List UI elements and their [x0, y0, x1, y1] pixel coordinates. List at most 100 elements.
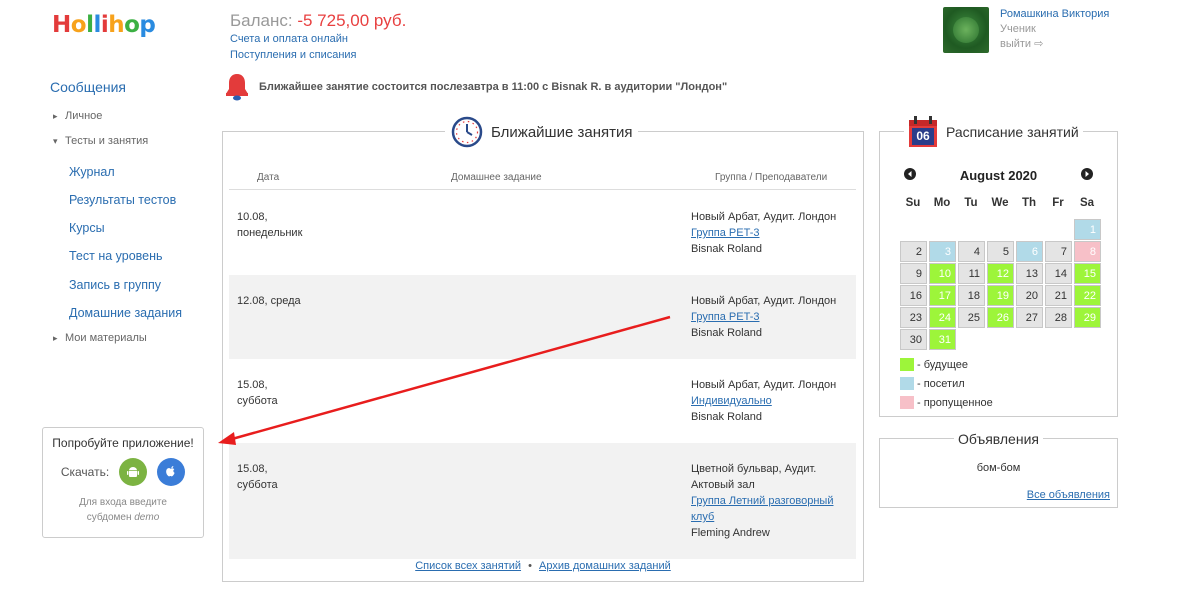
sidebar-item-materials[interactable]: ▸ Мои материалы: [53, 332, 147, 344]
sidebar-sub-homework[interactable]: Домашние задания: [69, 306, 182, 320]
sidebar-sub-enroll[interactable]: Запись в группу: [69, 278, 161, 292]
upcoming-lessons-panel: Ближайшие занятия Дата Домашнее задание …: [222, 116, 864, 582]
calendar-day[interactable]: 6: [1016, 241, 1043, 262]
sidebar-item-label: Мои материалы: [65, 332, 147, 344]
next-month-icon[interactable]: [1081, 168, 1093, 183]
all-announcements-link[interactable]: Все объявления: [1027, 489, 1110, 501]
col-group: Группа / Преподаватели: [715, 172, 828, 183]
schedule-panel: 06 Расписание занятий August 2020 Su Mo Tu…: [879, 116, 1118, 417]
caret-right-icon: ▸: [53, 333, 58, 343]
announcements-panel: Объявления бом-бом Все объявления: [879, 431, 1118, 508]
calendar-day[interactable]: 2: [900, 241, 927, 262]
calendar-day[interactable]: 19: [987, 285, 1014, 306]
notice-text: Ближайшее занятие состоится послезавтра …: [259, 81, 728, 93]
legend-swatch: [900, 358, 914, 371]
sidebar-item-tests[interactable]: ▾ Тесты и занятия: [53, 135, 148, 147]
calendar-day[interactable]: 24: [929, 307, 956, 328]
calendar-day[interactable]: 17: [929, 285, 956, 306]
logout-link[interactable]: выйти ⇨: [1000, 38, 1043, 50]
calendar-day[interactable]: 18: [958, 285, 985, 306]
calendar-day[interactable]: 28: [1045, 307, 1072, 328]
calendar-day[interactable]: 4: [958, 241, 985, 262]
calendar-day[interactable]: 31: [929, 329, 956, 350]
calendar-day[interactable]: 22: [1074, 285, 1101, 306]
legend-item: - пропущенное: [900, 396, 993, 409]
user-name-link[interactable]: Ромашкина Виктория: [1000, 8, 1109, 20]
billing-link[interactable]: Счета и оплата онлайн: [230, 32, 406, 47]
calendar-day[interactable]: 16: [900, 285, 927, 306]
calendar-day[interactable]: 29: [1074, 307, 1101, 328]
legend-swatch: [900, 377, 914, 390]
logo[interactable]: Hollihop: [52, 12, 156, 38]
weekday-label: Tu: [964, 197, 978, 209]
row-group-link-cont[interactable]: клуб: [691, 511, 714, 523]
table-row: 12.08, среда Новый Арбат, Аудит. Лондон …: [229, 275, 856, 359]
calendar-day[interactable]: 12: [987, 263, 1014, 284]
sidebar-item-label: Личное: [65, 110, 103, 122]
lessons-table-header: Дата Домашнее задание Группа / Преподава…: [229, 172, 856, 190]
calendar-day[interactable]: 14: [1045, 263, 1072, 284]
calendar-day[interactable]: 7: [1045, 241, 1072, 262]
row-weekday: суббота: [237, 395, 278, 407]
calendar-day[interactable]: 26: [987, 307, 1014, 328]
calendar-day[interactable]: 30: [900, 329, 927, 350]
row-place: Новый Арбат, Аудит. Лондон: [691, 211, 837, 223]
bell-icon: [224, 72, 250, 102]
app-note-demo: demo: [134, 512, 160, 523]
logo-letter: h: [108, 12, 125, 38]
schedule-title-text: Расписание занятий: [946, 124, 1079, 140]
row-teacher: Bisnak Roland: [691, 243, 762, 255]
android-icon[interactable]: [119, 458, 148, 486]
sidebar-item-label: Тесты и занятия: [65, 135, 149, 147]
sidebar-sub-test-results[interactable]: Результаты тестов: [69, 193, 176, 207]
row-place: Новый Арбат, Аудит. Лондон: [691, 295, 837, 307]
sidebar-sub-level-test[interactable]: Тест на уровень: [69, 249, 163, 263]
calendar-day[interactable]: 20: [1016, 285, 1043, 306]
calendar-day[interactable]: 25: [958, 307, 985, 328]
row-group-link[interactable]: Группа PET-3: [691, 227, 760, 239]
table-row: 10.08, понедельник Новый Арбат, Аудит. Ло…: [229, 191, 856, 275]
row-date: 12.08, среда: [237, 295, 301, 307]
row-group-link[interactable]: Группа PET-3: [691, 311, 760, 323]
table-row: 15.08, суббота Цветной бульвар, Аудит. Ак…: [229, 443, 856, 559]
homework-archive-link[interactable]: Архив домашних заданий: [539, 560, 671, 572]
calendar-day[interactable]: 21: [1045, 285, 1072, 306]
calendar-day[interactable]: 3: [929, 241, 956, 262]
apple-icon[interactable]: [157, 458, 186, 486]
sidebar-messages[interactable]: Сообщения: [50, 79, 126, 95]
calendar-day[interactable]: 5: [987, 241, 1014, 262]
user-role: Ученик: [1000, 23, 1036, 35]
row-date: 15.08,: [237, 379, 268, 391]
calendar-day[interactable]: 8: [1074, 241, 1101, 262]
weekday-label: Fr: [1052, 197, 1064, 209]
row-group-link[interactable]: Группа Летний разговорный: [691, 495, 833, 507]
calendar-icon: 06: [908, 116, 938, 148]
calendar-day[interactable]: 23: [900, 307, 927, 328]
avatar[interactable]: [943, 7, 989, 53]
weekday-label: We: [991, 197, 1009, 209]
calendar-day[interactable]: 27: [1016, 307, 1043, 328]
transactions-link[interactable]: Поступления и списания: [230, 48, 406, 63]
calendar-day[interactable]: 1: [1074, 219, 1101, 240]
row-place: Новый Арбат, Аудит. Лондон: [691, 379, 837, 391]
all-lessons-link[interactable]: Список всех занятий: [415, 560, 521, 572]
calendar-day[interactable]: 11: [958, 263, 985, 284]
sidebar-sub-courses[interactable]: Курсы: [69, 221, 105, 235]
calendar-icon-day: 06: [916, 129, 930, 143]
row-date: 15.08,: [237, 463, 268, 475]
calendar-day[interactable]: 9: [900, 263, 927, 284]
clock-icon: [451, 116, 483, 148]
row-group-link[interactable]: Индивидуально: [691, 395, 772, 407]
calendar-day[interactable]: 15: [1074, 263, 1101, 284]
sidebar-sub-journal[interactable]: Журнал: [69, 165, 115, 179]
calendar-day[interactable]: 10: [929, 263, 956, 284]
download-label: Скачать:: [60, 465, 110, 479]
weekday-label: Su: [905, 197, 921, 209]
calendar-day[interactable]: 13: [1016, 263, 1043, 284]
logo-letter: o: [124, 12, 140, 38]
row-date: 10.08,: [237, 211, 268, 223]
legend-label: - пропущенное: [917, 396, 993, 409]
sidebar-item-personal[interactable]: ▸ Личное: [53, 110, 102, 122]
weekday-label: Th: [1021, 197, 1037, 209]
upcoming-lessons-title: Ближайшие занятия: [445, 116, 639, 148]
